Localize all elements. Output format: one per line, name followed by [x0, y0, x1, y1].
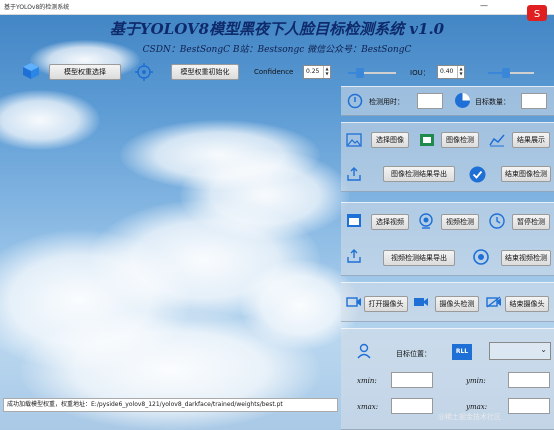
target-select-dropdown[interactable]: ⌄ [489, 342, 551, 360]
camera-panel: 打开摄像头 摄像头检测 结束摄像头 [341, 282, 554, 322]
camera-icon [346, 296, 362, 308]
confidence-label: Confidence [254, 68, 294, 76]
ymax-field [508, 398, 550, 414]
image-panel: 选择图像 图像检测 结果展示 图像检测结果导出 结束图像检测 [341, 122, 554, 192]
iou-value: 0.40 [440, 68, 454, 75]
xmax-label: xmax: [357, 403, 379, 411]
minimize-button[interactable]: — [480, 1, 488, 10]
spin-arrows-icon[interactable]: ▲ ▼ [323, 66, 330, 78]
cube-icon [22, 62, 40, 80]
ymin-label: ymin: [466, 377, 486, 385]
rll-badge-icon: RLL [452, 344, 472, 360]
background-cloud [0, 90, 100, 150]
video-detect-button[interactable]: 视频检测 [441, 214, 479, 230]
open-camera-button[interactable]: 打开摄像头 [364, 296, 408, 312]
image-detect-button[interactable]: 图像检测 [441, 132, 479, 148]
app-window: 基于YOLOv8的检测系统 — S 基于YOLOV8模型黑夜下人脸目标检测系统 … [0, 0, 554, 430]
pause-detect-button[interactable]: 暂停检测 [512, 214, 550, 230]
iou-label: IOU： [410, 69, 430, 77]
export-icon [346, 167, 362, 181]
image-icon [346, 133, 362, 147]
background-cloud [180, 150, 350, 240]
export-video-result-button[interactable]: 视频检测结果导出 [383, 250, 455, 266]
video-icon [346, 213, 362, 228]
time-value-box [417, 93, 443, 109]
show-result-button[interactable]: 结果展示 [512, 132, 550, 148]
stop-circle-icon [473, 249, 489, 265]
iou-spinbox[interactable]: 0.40 ▲ ▼ [437, 65, 465, 79]
rll-badge-text: RLL [455, 348, 469, 355]
result-chart-icon [489, 133, 505, 147]
ymax-label: ymax: [466, 403, 488, 411]
ymin-field [508, 372, 550, 388]
select-image-button[interactable]: 选择图像 [371, 132, 409, 148]
target-icon [135, 63, 153, 81]
iou-slider-thumb[interactable] [502, 68, 511, 78]
iou-slider[interactable] [488, 68, 534, 78]
chevron-down-icon[interactable]: ⌄ [540, 345, 547, 354]
app-subtitle: CSDN：BestSongC B站：Bestsongc 微信公众号：BestSo… [142, 45, 412, 55]
status-bar: 成功加载模型权重，权重地址：E:/pyside6_yolov8_121/yolo… [3, 398, 338, 412]
video-camera-icon [413, 296, 429, 308]
timer-icon [347, 93, 363, 109]
count-label: 目标数量： [475, 98, 510, 106]
xmin-label: xmin: [357, 377, 377, 385]
xmin-field [391, 372, 433, 388]
end-video-detect-button[interactable]: 结束视频检测 [501, 250, 551, 266]
app-title: 基于YOLOV8模型黑夜下人脸目标检测系统 v1.0 [109, 20, 445, 38]
webcam-icon [418, 213, 434, 229]
position-label: 目标位置： [396, 350, 431, 358]
select-video-button[interactable]: 选择视频 [371, 214, 409, 230]
camera-off-icon [486, 296, 502, 308]
camera-detect-button[interactable]: 摄像头检测 [435, 296, 479, 312]
clock-icon [489, 213, 505, 229]
count-value-box [521, 93, 547, 109]
title-bar[interactable]: 基于YOLOv8的检测系统 — [0, 0, 554, 15]
xmax-field [391, 398, 433, 414]
spin-arrows-icon[interactable]: ▲ ▼ [457, 66, 464, 78]
confidence-slider-thumb[interactable] [356, 68, 364, 78]
pie-chart-icon [454, 92, 471, 109]
window-title: 基于YOLOv8的检测系统 [4, 4, 70, 11]
image-detect-icon [419, 133, 435, 147]
export-icon [346, 249, 362, 263]
time-label: 检测用时： [369, 98, 404, 106]
location-icon [357, 343, 371, 359]
init-model-button[interactable]: 模型权重初始化 [171, 64, 239, 80]
select-model-button[interactable]: 模型权重选择 [49, 64, 121, 80]
confidence-spinbox[interactable]: 0.25 ▲ ▼ [303, 65, 331, 79]
export-image-result-button[interactable]: 图像检测结果导出 [383, 166, 455, 182]
stats-panel: 检测用时： 目标数量： [341, 86, 554, 116]
check-circle-icon [469, 166, 486, 183]
confidence-value: 0.25 [306, 68, 320, 75]
watermark: @稀土掘金技术社区 [438, 413, 501, 421]
video-panel: 选择视频 视频检测 暂停检测 视频检测结果导出 结束视频检测 [341, 202, 554, 276]
end-image-detect-button[interactable]: 结束图像检测 [501, 166, 551, 182]
confidence-slider[interactable] [348, 68, 396, 78]
end-camera-button[interactable]: 结束摄像头 [505, 296, 549, 312]
